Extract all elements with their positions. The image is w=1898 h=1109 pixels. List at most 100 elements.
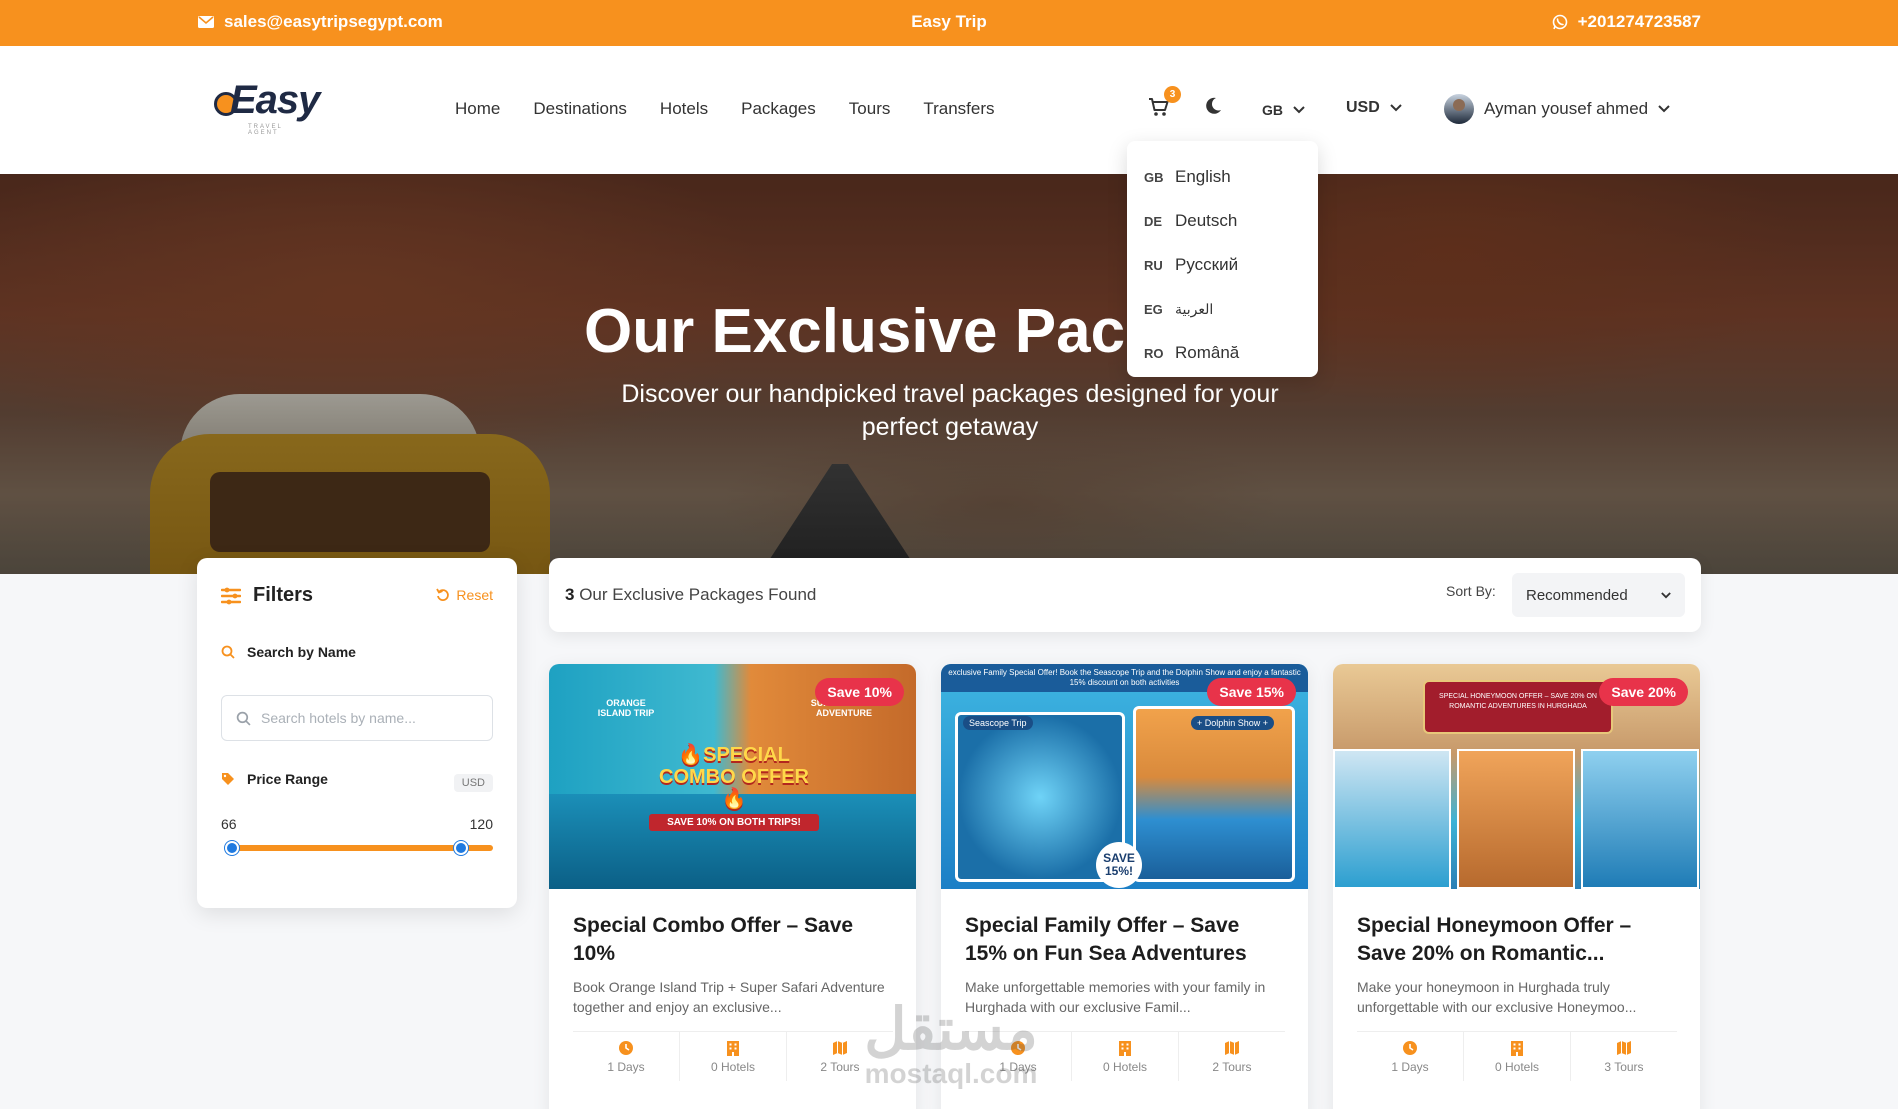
stat-days: 1 Days bbox=[573, 1032, 680, 1081]
package-card[interactable]: SPECIAL HONEYMOON OFFER – SAVE 20% ON RO… bbox=[1333, 664, 1700, 1109]
combo-offer-graphic: 🔥SPECIAL COMBO OFFER🔥 SAVE 10% ON BOTH T… bbox=[649, 744, 819, 831]
package-title[interactable]: Special Family Offer – Save 15% on Fun S… bbox=[965, 912, 1285, 968]
language-name: Deutsch bbox=[1175, 211, 1238, 230]
results-bar: 3 Our Exclusive Packages Found Sort By: … bbox=[549, 558, 1701, 632]
building-icon bbox=[1511, 1040, 1523, 1056]
image-label-left: ORANGE ISLAND TRIP bbox=[597, 698, 655, 718]
package-card[interactable]: exclusive Family Special Offer! Book the… bbox=[941, 664, 1308, 1109]
stat-tours: 2 Tours bbox=[787, 1032, 893, 1081]
language-selector[interactable]: GB bbox=[1262, 102, 1305, 118]
price-slider-track[interactable] bbox=[225, 845, 493, 851]
currency-current: USD bbox=[1346, 99, 1380, 116]
search-icon bbox=[236, 711, 251, 726]
language-option-arabic[interactable]: EG العربية bbox=[1127, 287, 1318, 331]
search-icon bbox=[221, 645, 235, 659]
nav-destinations[interactable]: Destinations bbox=[533, 99, 627, 119]
results-count-label: Our Exclusive Packages Found bbox=[579, 585, 817, 604]
theme-toggle[interactable] bbox=[1203, 96, 1225, 118]
filters-title: Filters bbox=[253, 584, 314, 606]
image-seal: SAVE 15%! bbox=[1096, 842, 1142, 888]
package-title[interactable]: Special Combo Offer – Save 10% bbox=[573, 912, 893, 968]
language-name: English bbox=[1175, 167, 1231, 186]
price-range-label: Price Range bbox=[221, 771, 328, 787]
stat-tours: 3 Tours bbox=[1571, 1032, 1677, 1081]
chevron-down-icon bbox=[1658, 105, 1670, 113]
clock-icon bbox=[1011, 1040, 1025, 1055]
price-min-value: 66 bbox=[221, 816, 237, 832]
package-title[interactable]: Special Honeymoon Offer – Save 20% on Ro… bbox=[1357, 912, 1677, 968]
logo[interactable]: Easy TRAVEL AGENT bbox=[214, 78, 320, 136]
stat-tours-text: 2 Tours bbox=[820, 1059, 860, 1074]
top-phone[interactable]: +201274723587 bbox=[1552, 12, 1701, 32]
language-name: Русский bbox=[1175, 255, 1239, 274]
navbar: Easy TRAVEL AGENT Home Destinations Hote… bbox=[0, 46, 1898, 174]
package-stats: 1 Days 0 Hotels 2 Tours bbox=[965, 1031, 1285, 1081]
currency-selector[interactable]: USD bbox=[1346, 99, 1402, 117]
search-input[interactable] bbox=[261, 710, 481, 726]
nav-hotels[interactable]: Hotels bbox=[660, 99, 708, 119]
hero-title: Our Exclusive Pac bbox=[584, 297, 1126, 366]
stat-hotels: 0 Hotels bbox=[680, 1032, 787, 1081]
tag-icon bbox=[222, 773, 234, 785]
whatsapp-icon bbox=[1552, 14, 1567, 30]
sort-select[interactable]: Recommended bbox=[1512, 573, 1685, 617]
avatar bbox=[1444, 94, 1474, 124]
image-banner: SPECIAL HONEYMOON OFFER – SAVE 20% ON RO… bbox=[1423, 680, 1613, 734]
language-name: Română bbox=[1175, 343, 1240, 362]
price-slider-max-handle[interactable] bbox=[453, 841, 468, 855]
language-option-romanian[interactable]: RO Română bbox=[1127, 331, 1318, 375]
price-slider-min-handle[interactable] bbox=[225, 841, 239, 855]
language-code: EG bbox=[1144, 301, 1163, 317]
nav-home[interactable]: Home bbox=[455, 99, 500, 119]
filters-header: Filters bbox=[221, 584, 313, 607]
stat-hotels: 0 Hotels bbox=[1072, 1032, 1179, 1081]
envelope-icon bbox=[198, 16, 214, 28]
stat-days-text: 1 Days bbox=[1391, 1059, 1429, 1074]
search-field[interactable] bbox=[221, 695, 493, 741]
nav-transfers[interactable]: Transfers bbox=[923, 99, 994, 119]
results-count: 3 Our Exclusive Packages Found bbox=[565, 585, 816, 605]
top-phone-text: +201274723587 bbox=[1577, 12, 1701, 31]
stat-tours: 2 Tours bbox=[1179, 1032, 1285, 1081]
reset-filters-button[interactable]: Reset bbox=[436, 587, 493, 603]
price-range-text: Price Range bbox=[247, 771, 328, 787]
language-name: العربية bbox=[1175, 300, 1214, 317]
clock-icon bbox=[619, 1040, 633, 1055]
reset-icon bbox=[436, 588, 450, 601]
language-option-english[interactable]: GB English bbox=[1127, 155, 1318, 199]
user-menu[interactable]: Ayman yousef ahmed bbox=[1444, 94, 1670, 124]
package-stats: 1 Days 0 Hotels 3 Tours bbox=[1357, 1031, 1677, 1081]
stat-days: 1 Days bbox=[1357, 1032, 1464, 1081]
stat-days-text: 1 Days bbox=[607, 1059, 645, 1074]
top-email[interactable]: sales@easytripsegypt.com bbox=[198, 12, 443, 32]
stat-hotels-text: 0 Hotels bbox=[1102, 1059, 1148, 1074]
building-icon bbox=[1119, 1040, 1131, 1056]
discount-badge: Save 10% bbox=[815, 678, 904, 706]
stat-days: 1 Days bbox=[965, 1032, 1072, 1081]
top-bar: sales@easytripsegypt.com Easy Trip +2012… bbox=[0, 0, 1898, 46]
building-icon bbox=[727, 1040, 739, 1056]
stat-hotels: 0 Hotels bbox=[1464, 1032, 1571, 1081]
sort-value: Recommended bbox=[1526, 586, 1628, 604]
package-description: Book Orange Island Trip + Super Safari A… bbox=[573, 979, 885, 1015]
cart-count-badge: 3 bbox=[1164, 86, 1181, 103]
language-code: DE bbox=[1144, 213, 1163, 229]
combo-offer-title: 🔥SPECIAL COMBO OFFER🔥 bbox=[659, 744, 809, 810]
language-option-deutsch[interactable]: DE Deutsch bbox=[1127, 199, 1318, 243]
language-option-russian[interactable]: RU Русский bbox=[1127, 243, 1318, 287]
user-name: Ayman yousef ahmed bbox=[1484, 99, 1649, 118]
reset-label: Reset bbox=[456, 587, 493, 603]
language-code: GB bbox=[1144, 169, 1164, 185]
image-tag-left: Seascope Trip bbox=[963, 716, 1033, 730]
map-icon bbox=[1225, 1040, 1239, 1055]
search-by-name-label: Search by Name bbox=[221, 644, 356, 660]
cart-button[interactable]: 3 bbox=[1148, 86, 1181, 122]
logo-text: Easy bbox=[230, 78, 320, 122]
stat-days-text: 1 Days bbox=[999, 1059, 1037, 1074]
discount-badge: Save 20% bbox=[1599, 678, 1688, 706]
nav-tours[interactable]: Tours bbox=[849, 99, 891, 119]
language-current: GB bbox=[1262, 102, 1283, 118]
main-nav: Home Destinations Hotels Packages Tours … bbox=[455, 99, 995, 119]
package-card[interactable]: ORANGE ISLAND TRIP SUPER SAFARI ADVENTUR… bbox=[549, 664, 916, 1109]
nav-packages[interactable]: Packages bbox=[741, 99, 816, 119]
